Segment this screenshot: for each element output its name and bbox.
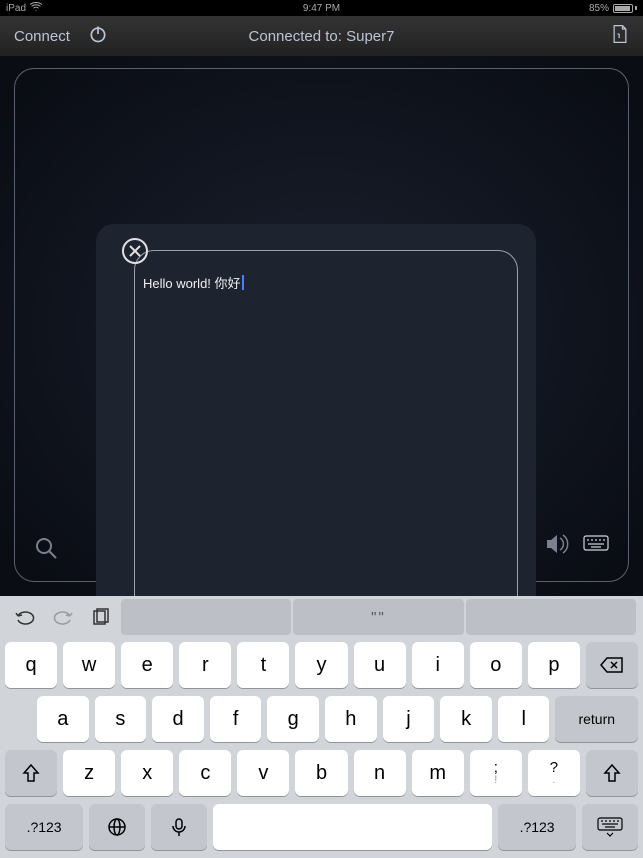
shift-key-left[interactable] [5, 750, 57, 796]
suggestion-1[interactable] [121, 599, 291, 635]
device-label: iPad [6, 3, 26, 14]
undo-icon[interactable] [6, 596, 44, 638]
key-s[interactable]: s [95, 696, 147, 742]
key-j[interactable]: j [383, 696, 435, 742]
key-question[interactable]: ?. [528, 750, 580, 796]
key-t[interactable]: t [237, 642, 289, 688]
key-e[interactable]: e [121, 642, 173, 688]
close-icon[interactable] [121, 237, 149, 265]
key-row-4: .?123 .?123 [0, 800, 643, 854]
key-a[interactable]: a [37, 696, 89, 742]
shift-key-right[interactable] [586, 750, 638, 796]
key-m[interactable]: m [412, 750, 464, 796]
search-icon[interactable] [34, 536, 58, 560]
connection-title: Connected to: Super7 [249, 28, 395, 45]
key-y[interactable]: y [295, 642, 347, 688]
suggestion-bar: "" [0, 596, 643, 638]
backspace-key[interactable] [586, 642, 638, 688]
key-r[interactable]: r [179, 642, 231, 688]
text-cursor [242, 275, 244, 290]
main-area: Hello world! 你好 [0, 56, 643, 596]
key-n[interactable]: n [354, 750, 406, 796]
document-icon[interactable] [611, 24, 629, 49]
suggestion-3[interactable] [466, 599, 636, 635]
key-g[interactable]: g [267, 696, 319, 742]
connect-button[interactable]: Connect [14, 28, 70, 45]
numbers-key-right[interactable]: .?123 [498, 804, 576, 850]
key-i[interactable]: i [412, 642, 464, 688]
dictation-key[interactable] [151, 804, 207, 850]
key-x[interactable]: x [121, 750, 173, 796]
key-u[interactable]: u [354, 642, 406, 688]
key-h[interactable]: h [325, 696, 377, 742]
key-f[interactable]: f [210, 696, 262, 742]
text-panel: Hello world! 你好 [96, 224, 536, 638]
space-key[interactable] [213, 804, 492, 850]
key-q[interactable]: q [5, 642, 57, 688]
key-l[interactable]: l [498, 696, 550, 742]
wifi-icon [30, 2, 42, 14]
key-p[interactable]: p [528, 642, 580, 688]
text-panel-frame[interactable]: Hello world! 你好 [134, 250, 518, 626]
clipboard-icon[interactable] [82, 596, 120, 638]
power-icon[interactable] [88, 24, 108, 49]
key-row-1: q w e r t y u i o p [0, 638, 643, 692]
text-content: Hello world! 你好 [143, 273, 241, 292]
nav-bar: Connect Connected to: Super7 [0, 16, 643, 56]
status-bar: iPad 9:47 PM 85% [0, 0, 643, 16]
battery-percent: 85% [589, 3, 609, 14]
redo-icon[interactable] [44, 596, 82, 638]
status-time: 9:47 PM [303, 3, 340, 14]
key-v[interactable]: v [237, 750, 289, 796]
return-key[interactable]: return [555, 696, 638, 742]
key-o[interactable]: o [470, 642, 522, 688]
suggestion-2[interactable]: "" [293, 599, 463, 635]
speaker-icon[interactable] [545, 533, 569, 560]
key-b[interactable]: b [295, 750, 347, 796]
globe-key[interactable] [89, 804, 145, 850]
keyboard-icon[interactable] [583, 535, 609, 560]
text-input-area[interactable]: Hello world! 你好 [143, 273, 244, 292]
key-row-2: a s d f g h j k l return [0, 692, 643, 746]
battery-icon [613, 4, 637, 13]
keyboard: "" q w e r t y u i o p a s d f g h j k l… [0, 596, 643, 858]
key-semicolon[interactable]: ;! [470, 750, 522, 796]
key-w[interactable]: w [63, 642, 115, 688]
hide-keyboard-key[interactable] [582, 804, 638, 850]
key-c[interactable]: c [179, 750, 231, 796]
key-row-3: z x c v b n m ;! ?. [0, 746, 643, 800]
key-k[interactable]: k [440, 696, 492, 742]
key-d[interactable]: d [152, 696, 204, 742]
key-z[interactable]: z [63, 750, 115, 796]
numbers-key-left[interactable]: .?123 [5, 804, 83, 850]
